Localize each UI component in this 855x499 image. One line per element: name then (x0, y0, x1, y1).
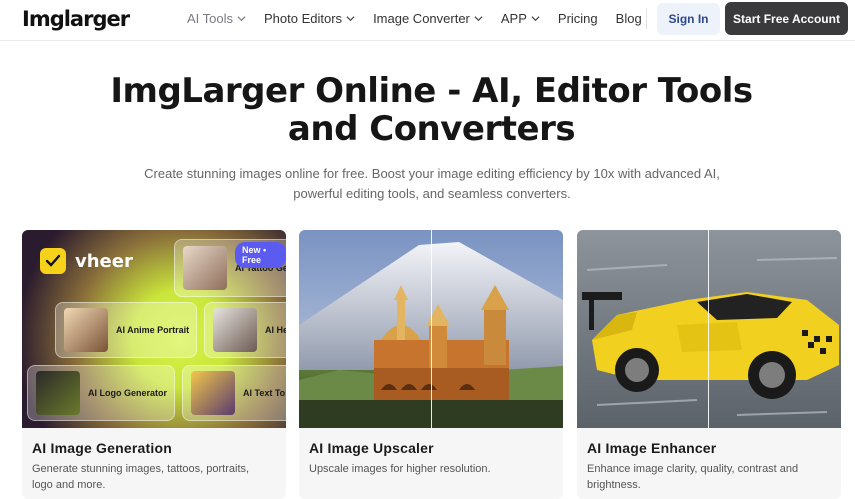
nav-ai-tools[interactable]: AI Tools (187, 11, 246, 26)
nav-divider (646, 9, 647, 29)
card-description: Upscale images for higher resolution. (309, 461, 554, 477)
page-subtitle-line-2: powerful editing tools, and seamless con… (293, 186, 571, 201)
card-description-line-1: Generate stunning images, tattoos, portr… (32, 463, 250, 475)
tile-label-headshot: AI He (265, 325, 286, 335)
card-ai-image-upscaler[interactable]: AI Image Upscaler Upscale images for hig… (299, 230, 563, 499)
start-free-account-button[interactable]: Start Free Account (725, 2, 848, 35)
card-title[interactable]: AI Image Upscaler (309, 440, 434, 456)
chevron-down-icon (346, 16, 355, 22)
nav-ai-tools-label: AI Tools (187, 11, 234, 26)
tile-label-anime: AI Anime Portrait (116, 325, 190, 335)
nav-image-converter[interactable]: Image Converter (373, 11, 483, 26)
card-description: Enhance image clarity, quality, contrast… (587, 461, 832, 493)
card-description-line-2: brightness. (587, 479, 641, 491)
comparison-divider[interactable] (708, 230, 709, 428)
card-description-line-1: Upscale images for higher resolution. (309, 463, 491, 475)
tile-label-text-to-image: AI Text To I (243, 388, 286, 398)
nav-pricing[interactable]: Pricing (558, 11, 598, 26)
page-subtitle-line-1: Create stunning images online for free. … (144, 166, 720, 181)
promo-tile-headshot: AI He (204, 302, 286, 358)
nav-pricing-label: Pricing (557, 11, 598, 26)
sign-in-button[interactable]: Sign In (657, 3, 720, 35)
vheer-badge-icon (40, 248, 66, 274)
promo-tile-logo: AI Logo Generator (27, 365, 175, 421)
race-car-image (577, 230, 841, 428)
chevron-down-icon (474, 16, 483, 22)
card-title[interactable]: AI Image Enhancer (587, 440, 716, 456)
site-header: Imglarger AI Tools Photo Editors Image C… (0, 0, 855, 41)
card-description: Generate stunning images, tattoos, portr… (32, 461, 277, 493)
card-description-line-2: logo and more. (32, 479, 106, 491)
page-title: ImgLarger Online - AI, Editor Tools and … (0, 72, 855, 148)
site-logo[interactable]: Imglarger (22, 7, 130, 31)
card-upscaler-preview[interactable] (299, 230, 563, 428)
vheer-logo: vheer (40, 248, 133, 274)
new-free-badge: New • Free (235, 242, 286, 268)
anime-thumbnail (64, 308, 108, 352)
logo-thumbnail (36, 371, 80, 415)
nav-photo-editors-label: Photo Editors (264, 11, 343, 26)
card-image-generation-preview[interactable]: vheer AI Tattoo Ge New • Free AI Anime P… (22, 230, 286, 428)
card-ai-image-generation[interactable]: vheer AI Tattoo Ge New • Free AI Anime P… (22, 230, 286, 499)
headshot-thumbnail (213, 308, 257, 352)
card-ai-image-enhancer[interactable]: AI Image Enhancer Enhance image clarity,… (577, 230, 841, 499)
chevron-down-icon (237, 16, 246, 22)
card-title[interactable]: AI Image Generation (32, 440, 172, 456)
nav-blog[interactable]: Blog (616, 11, 642, 26)
page-title-line-1: ImgLarger Online - AI, Editor Tools (110, 71, 753, 111)
nav-app[interactable]: APP (501, 11, 540, 26)
nav-app-label: APP (500, 11, 527, 26)
main-nav: AI Tools Photo Editors Image Converter A… (187, 0, 660, 37)
text-to-image-thumbnail (191, 371, 235, 415)
promo-tile-anime: AI Anime Portrait (55, 302, 197, 358)
card-description-line-1: Enhance image clarity, quality, contrast… (587, 463, 799, 475)
nav-photo-editors[interactable]: Photo Editors (264, 11, 355, 26)
card-enhancer-preview[interactable] (577, 230, 841, 428)
nav-blog-label: Blog (615, 11, 642, 26)
comparison-divider[interactable] (431, 230, 432, 428)
tile-label-logo: AI Logo Generator (88, 388, 168, 398)
nav-image-converter-label: Image Converter (373, 11, 470, 26)
tattoo-thumbnail (183, 246, 227, 290)
vheer-brand: vheer (75, 250, 133, 272)
page-title-line-2: and Converters (287, 109, 576, 149)
chevron-down-icon (531, 16, 540, 22)
page-subtitle: Create stunning images online for free. … (127, 164, 737, 204)
checkmark-icon (45, 254, 61, 267)
promo-tile-text-to-image: AI Text To I (182, 365, 286, 421)
